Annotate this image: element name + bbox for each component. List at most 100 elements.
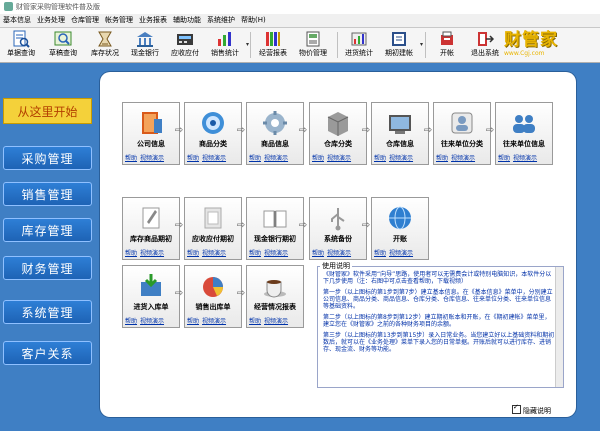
menu-tools[interactable]: 辅助功能 (170, 14, 204, 27)
help-link[interactable]: 帮助 (249, 250, 261, 257)
description-scrollbar[interactable] (555, 267, 563, 387)
help-link[interactable]: 帮助 (125, 318, 137, 325)
toolbar-receivable-payable[interactable]: 应收应付 (166, 29, 204, 60)
card-warehouse-info[interactable]: 仓库信息 帮助 视频演示 (371, 102, 429, 165)
video-link[interactable]: 视频演示 (140, 155, 164, 162)
flow-arrow-icon: ⇨ (236, 125, 246, 136)
bank-icon (137, 32, 153, 47)
help-link[interactable]: 帮助 (249, 155, 261, 162)
card-label: 系统备份 (324, 235, 352, 243)
card-backup[interactable]: 系统备份 帮助 视频演示 (309, 197, 367, 260)
help-link[interactable]: 帮助 (249, 318, 261, 325)
partner-info-icon (513, 115, 535, 133)
card-ar-ap-opening[interactable]: 应收应付期初 帮助 视频演示 (184, 197, 242, 260)
inventory-icon (98, 31, 112, 47)
toolbar-operating-report[interactable]: 经营报表 (254, 29, 292, 60)
chevron-down-icon[interactable]: ▾ (420, 41, 423, 48)
card-warehouse-category[interactable]: 仓库分类 帮助 视频演示 (309, 102, 367, 165)
card-product-category[interactable]: 商品分类 帮助 视频演示 (184, 102, 242, 165)
nav-finance[interactable]: 财务管理 (3, 256, 92, 280)
card-stock-opening[interactable]: 库存商品期初 帮助 视频演示 (122, 197, 180, 260)
video-link[interactable]: 视频演示 (264, 155, 288, 162)
receivable-payable-icon (177, 34, 193, 45)
card-operating-report[interactable]: 经营情况报表 帮助 视频演示 (246, 265, 304, 328)
card-label: 经营情况报表 (254, 303, 296, 311)
flow-arrow-icon: ⇨ (361, 125, 371, 136)
checkbox-checked-icon[interactable] (512, 403, 521, 414)
video-link[interactable]: 视频演示 (264, 318, 288, 325)
video-link[interactable]: 视频演示 (202, 250, 226, 257)
toolbar-bank[interactable]: 现金银行 (126, 29, 164, 60)
menu-warehouse[interactable]: 仓库管理 (68, 14, 102, 27)
card-product-info[interactable]: 商品信息 帮助 视频演示 (246, 102, 304, 165)
video-link[interactable]: 视频演示 (202, 155, 226, 162)
nav-inventory[interactable]: 库存管理 (3, 218, 92, 242)
hide-description-checkbox[interactable]: 隐藏说明 (512, 403, 551, 416)
toolbar-purchase-stats[interactable]: 进货统计 (340, 29, 378, 60)
toolbar-document-search[interactable]: 单据查询 (2, 29, 40, 60)
toolbar-opening-ledger[interactable]: 期初建帐 ▾ (380, 29, 423, 60)
nav-system[interactable]: 系统管理 (3, 300, 92, 324)
help-link[interactable]: 帮助 (374, 155, 386, 162)
video-link[interactable]: 视频演示 (264, 250, 288, 257)
toolbar-price[interactable]: 物价管理 (294, 29, 332, 60)
cash-bank-opening-icon (263, 210, 287, 228)
card-partner-category[interactable]: 往来单位分类 帮助 视频演示 (433, 102, 491, 165)
help-link[interactable]: 帮助 (498, 155, 510, 162)
help-link[interactable]: 帮助 (312, 250, 324, 257)
toolbar-inventory[interactable]: 库存状况 (86, 29, 124, 60)
flow-arrow-icon: ⇨ (236, 288, 246, 299)
usage-description-text: 《财管家》软件采用“向导”思路，使用者可以无需费会计或特别电脑知识，本软件分以下… (323, 271, 556, 357)
nav-purchase[interactable]: 采购管理 (3, 146, 92, 170)
menu-help[interactable]: 帮助(H) (238, 14, 269, 27)
video-link[interactable]: 视频演示 (327, 155, 351, 162)
help-link[interactable]: 帮助 (312, 155, 324, 162)
toolbar-sales-stats[interactable]: 销售统计 ▾ (206, 29, 249, 60)
video-link[interactable]: 视频演示 (202, 318, 226, 325)
card-cash-bank-opening[interactable]: 现金银行期初 帮助 视频演示 (246, 197, 304, 260)
sales-out-icon (203, 277, 223, 297)
coffee-report-icon (264, 280, 286, 298)
help-link[interactable]: 帮助 (187, 250, 199, 257)
partner-category-icon (451, 112, 473, 134)
menu-reports[interactable]: 业务报表 (136, 14, 170, 27)
toolbar-draft-search[interactable]: 草稿查询 (44, 29, 82, 60)
menu-accounts[interactable]: 帐务管理 (102, 14, 136, 27)
toolbar-separator (250, 32, 251, 58)
chevron-down-icon[interactable]: ▾ (246, 41, 249, 48)
card-open-account[interactable]: 开账 帮助 视频演示 (371, 197, 429, 260)
video-link[interactable]: 视频演示 (451, 155, 475, 162)
card-sales-out[interactable]: 销售出库单 帮助 视频演示 (184, 265, 242, 328)
help-link[interactable]: 帮助 (374, 250, 386, 257)
card-partner-info[interactable]: 往来单位信息 帮助 视频演示 (495, 102, 553, 165)
toolbar-label: 单据查询 (7, 49, 35, 57)
nav-sales[interactable]: 销售管理 (3, 182, 92, 206)
nav-customer[interactable]: 客户关系 (3, 341, 92, 365)
help-link[interactable]: 帮助 (125, 155, 137, 162)
card-company-info[interactable]: 公司信息 帮助 视频演示 (122, 102, 180, 165)
start-here-button[interactable]: 从这里开始 (3, 98, 92, 124)
card-label: 公司信息 (137, 140, 165, 148)
help-link[interactable]: 帮助 (125, 250, 137, 257)
video-link[interactable]: 视频演示 (389, 250, 413, 257)
video-link[interactable]: 视频演示 (327, 250, 351, 257)
menu-bar: 基本信息 业务处理 仓库管理 帐务管理 业务报表 辅助功能 系统维护 帮助(H) (0, 14, 600, 28)
toolbar-label: 经营报表 (259, 49, 287, 57)
video-link[interactable]: 视频演示 (140, 250, 164, 257)
card-label: 进货入库单 (133, 303, 169, 311)
purchase-in-icon (141, 274, 161, 296)
card-purchase-in[interactable]: 进货入库单 帮助 视频演示 (122, 265, 180, 328)
toolbar-open-ledger[interactable]: 开帐 (430, 29, 464, 60)
help-link[interactable]: 帮助 (187, 155, 199, 162)
menu-business[interactable]: 业务处理 (34, 14, 68, 27)
video-link[interactable]: 视频演示 (389, 155, 413, 162)
video-link[interactable]: 视频演示 (140, 318, 164, 325)
help-link[interactable]: 帮助 (187, 318, 199, 325)
card-label: 往来单位分类 (441, 140, 483, 148)
menu-system[interactable]: 系统维护 (204, 14, 238, 27)
help-link[interactable]: 帮助 (436, 155, 448, 162)
menu-basic-info[interactable]: 基本信息 (0, 14, 34, 27)
toolbar-exit[interactable]: 退出系统 (466, 29, 504, 60)
video-link[interactable]: 视频演示 (513, 155, 537, 162)
window-title: 财管家采购管理软件普及版 (16, 3, 100, 11)
